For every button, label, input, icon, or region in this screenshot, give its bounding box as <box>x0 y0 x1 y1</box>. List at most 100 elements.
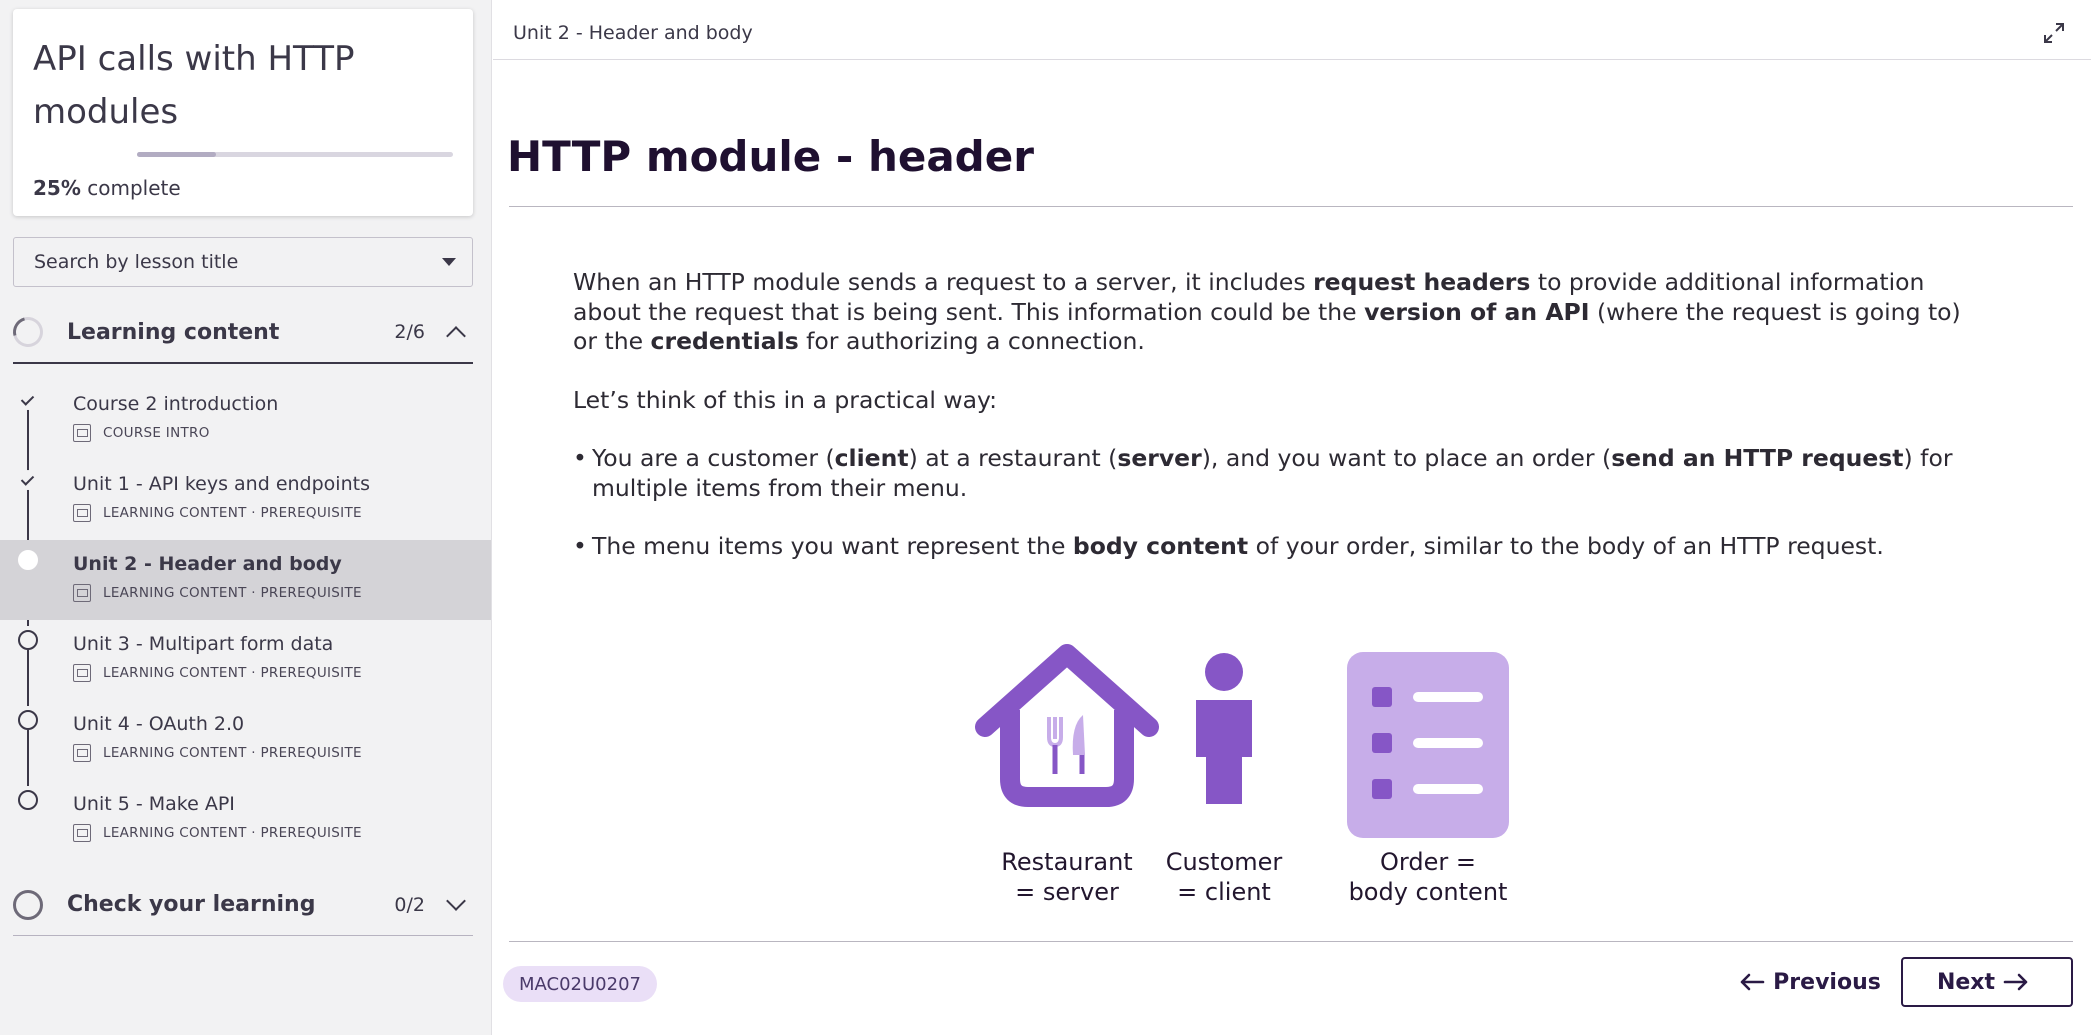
lesson-list: Course 2 introduction COURSE INTRO Unit … <box>0 380 491 860</box>
text: When an HTTP module sends a request to a… <box>573 268 1314 296</box>
lesson-title: Unit 1 - API keys and endpoints <box>73 473 370 495</box>
progress-percent: 25% <box>33 176 81 200</box>
slides-icon <box>73 504 91 522</box>
bold-text: request headers <box>1313 268 1531 296</box>
slides-icon <box>73 664 91 682</box>
lesson-meta: LEARNING CONTENT · PREREQUISITE <box>73 744 362 762</box>
lesson-item[interactable]: Unit 3 - Multipart form data LEARNING CO… <box>0 620 491 700</box>
bullet-list: • You are a customer (client) at a restau… <box>573 444 1973 562</box>
lesson-meta-text: LEARNING CONTENT · PREREQUISITE <box>103 505 362 521</box>
lesson-item[interactable]: Unit 1 - API keys and endpoints LEARNING… <box>0 460 491 540</box>
chevron-down-icon[interactable] <box>446 890 466 911</box>
order-list-icon <box>1347 652 1509 838</box>
house-icon <box>975 644 1159 807</box>
section-progress-ring-icon <box>7 311 49 353</box>
previous-button[interactable]: Previous <box>1721 957 1891 1007</box>
empty-circle-icon <box>18 630 38 650</box>
course-card: API calls with HTTP modules 25% complete <box>13 9 473 216</box>
lesson-meta: LEARNING CONTENT · PREREQUISITE <box>73 664 362 682</box>
lesson-topbar: Unit 2 - Header and body <box>493 7 2091 60</box>
caption-line: Order = <box>1380 848 1476 876</box>
lesson-body: When an HTTP module sends a request to a… <box>573 268 1973 591</box>
caption-customer: Customer = client <box>1149 847 1299 907</box>
text: You are a customer ( <box>592 444 835 472</box>
chevron-up-icon[interactable] <box>446 326 466 346</box>
caption-restaurant: Restaurant = server <box>987 847 1147 907</box>
lesson-meta-text: LEARNING CONTENT · PREREQUISITE <box>103 665 362 681</box>
lesson-item[interactable]: Course 2 introduction COURSE INTRO <box>0 380 491 460</box>
current-lesson-dot-icon <box>18 550 38 570</box>
bold-text: version of an API <box>1364 297 1590 326</box>
empty-circle-icon <box>18 710 38 730</box>
caret-down-icon <box>442 258 456 266</box>
caption-line: = server <box>1015 878 1119 906</box>
bullet-item: • You are a customer (client) at a restau… <box>573 444 1973 503</box>
lesson-title: Unit 4 - OAuth 2.0 <box>73 713 245 735</box>
section-count: 2/6 <box>394 321 425 343</box>
document-icon <box>73 424 91 442</box>
section-check-your-learning[interactable]: Check your learning 0/2 <box>13 874 473 936</box>
lesson-item[interactable]: Unit 4 - OAuth 2.0 LEARNING CONTENT · PR… <box>0 700 491 780</box>
text: ), and you want to place an order ( <box>1201 444 1612 472</box>
arrow-left-icon <box>1740 973 1765 991</box>
divider <box>509 941 2073 942</box>
lesson-meta: LEARNING CONTENT · PREREQUISITE <box>73 584 362 602</box>
expand-icon[interactable] <box>2043 22 2065 44</box>
empty-circle-icon <box>18 790 38 810</box>
section-label: Check your learning <box>67 892 316 917</box>
lesson-title: Course 2 introduction <box>73 393 279 415</box>
lesson-item-current[interactable]: Unit 2 - Header and body LEARNING CONTEN… <box>0 540 491 620</box>
bullet-icon: • <box>573 532 587 560</box>
knife-icon <box>1072 715 1085 774</box>
course-title: API calls with HTTP modules <box>33 39 355 132</box>
fork-icon <box>1047 717 1063 774</box>
slides-icon <box>73 824 91 842</box>
bold-text: client <box>834 444 909 472</box>
section-learning-content[interactable]: Learning content 2/6 <box>7 302 473 364</box>
bullet-icon: • <box>573 444 587 472</box>
section-progress-ring-icon <box>13 889 43 920</box>
lesson-title: Unit 2 - Header and body <box>73 553 342 575</box>
paragraph-intro: When an HTTP module sends a request to a… <box>573 268 1973 357</box>
bold-text: body content <box>1072 532 1249 560</box>
breadcrumb: Unit 2 - Header and body <box>513 22 753 44</box>
section-label: Learning content <box>67 319 280 345</box>
lesson-meta: LEARNING CONTENT · PREREQUISITE <box>73 824 362 842</box>
course-sidebar: API calls with HTTP modules 25% complete… <box>0 0 492 1035</box>
paragraph-practical: Let’s think of this in a practical way: <box>573 385 998 414</box>
lesson-meta-text: LEARNING CONTENT · PREREQUISITE <box>103 745 362 761</box>
bold-text: send an HTTP request <box>1611 444 1904 472</box>
lesson-search-select[interactable]: Search by lesson title <box>13 237 473 287</box>
lesson-title: Unit 3 - Multipart form data <box>73 633 334 655</box>
lesson-search-placeholder: Search by lesson title <box>34 251 239 273</box>
slides-icon <box>73 584 91 602</box>
progress-suffix: complete <box>80 176 181 200</box>
lesson-meta-text: LEARNING CONTENT · PREREQUISITE <box>103 585 362 601</box>
slides-icon <box>73 744 91 762</box>
caption-line: body content <box>1348 878 1508 906</box>
divider <box>509 206 2073 207</box>
caption-line: Restaurant <box>1001 848 1133 876</box>
lesson-title: Unit 5 - Make API <box>73 793 235 815</box>
bullet-item: • The menu items you want represent the b… <box>573 532 1973 562</box>
lesson-meta: COURSE INTRO <box>73 424 210 442</box>
text: of your order, similar to the body of an… <box>1248 532 1884 560</box>
next-label: Next <box>1936 969 1996 995</box>
arrow-right-icon <box>2003 973 2028 991</box>
lesson-content-pane: Unit 2 - Header and body HTTP module - h… <box>493 7 2091 1035</box>
section-count: 0/2 <box>394 893 425 916</box>
course-progress-bar <box>137 152 453 157</box>
lesson-meta-text: LEARNING CONTENT · PREREQUISITE <box>103 825 362 841</box>
next-button[interactable]: Next <box>1901 957 2073 1007</box>
course-progress-fill <box>137 152 216 157</box>
progress-text: 25% complete <box>33 176 181 200</box>
text: for authorizing a connection. <box>798 327 1145 355</box>
lesson-meta: LEARNING CONTENT · PREREQUISITE <box>73 504 362 522</box>
previous-label: Previous <box>1773 969 1881 995</box>
caption-line: Customer <box>1165 848 1283 876</box>
check-icon <box>18 390 38 410</box>
text: The menu items you want represent the <box>592 532 1073 560</box>
lesson-item[interactable]: Unit 5 - Make API LEARNING CONTENT · PRE… <box>0 780 491 860</box>
lesson-meta-text: COURSE INTRO <box>103 425 210 441</box>
person-icon <box>1196 653 1252 804</box>
